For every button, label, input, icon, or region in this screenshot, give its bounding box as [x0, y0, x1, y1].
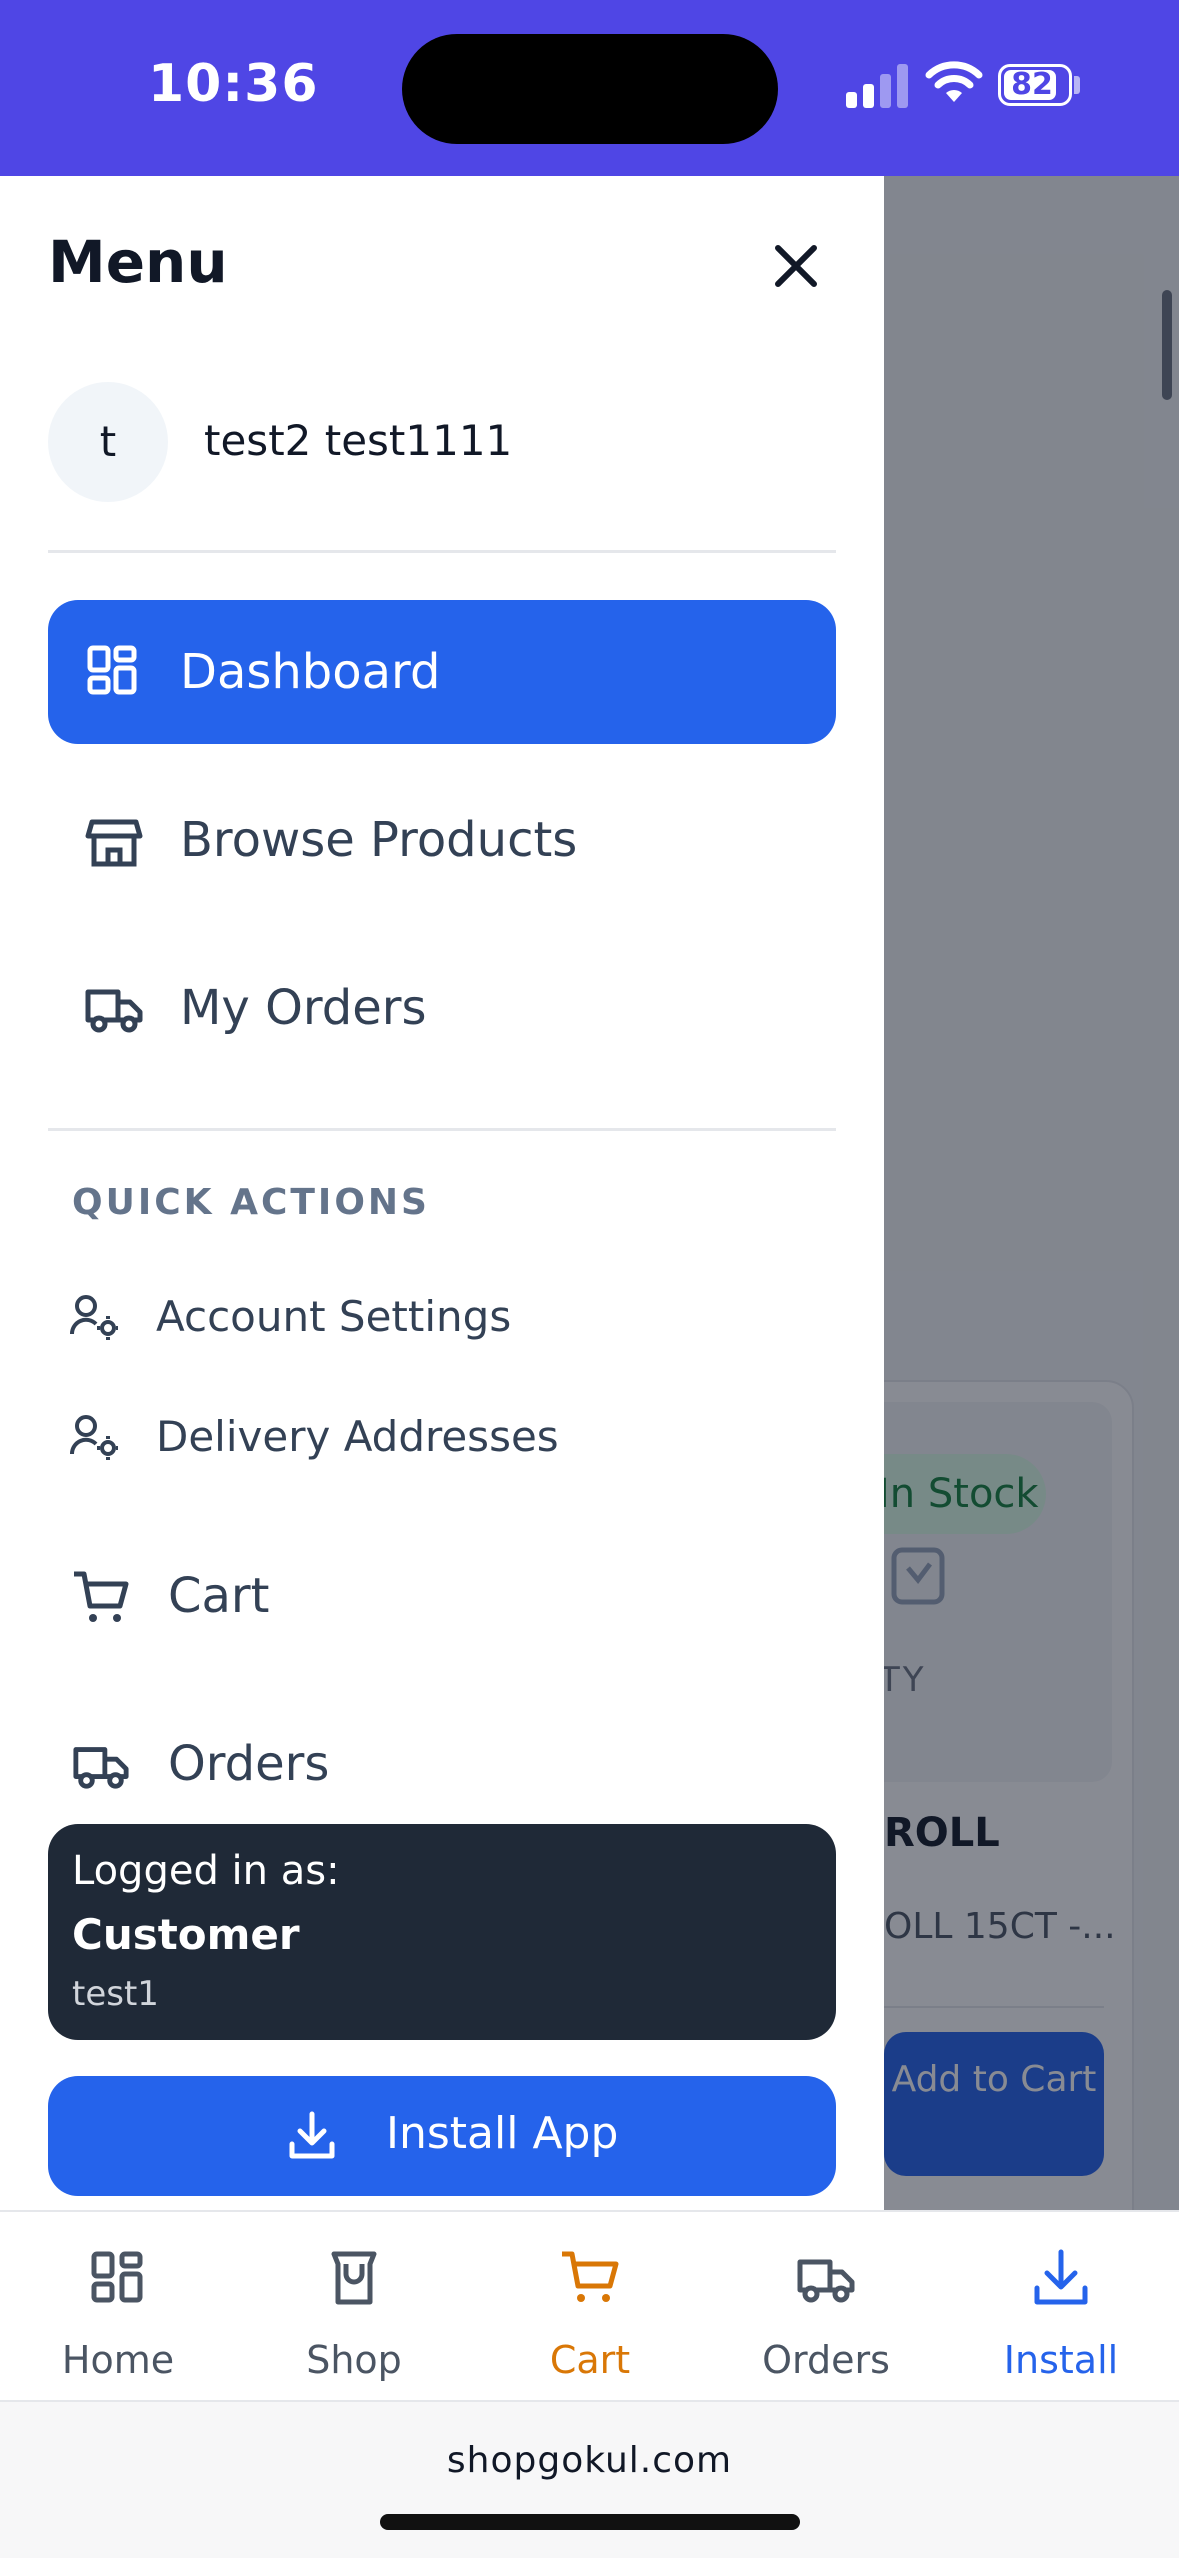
- battery-icon: 82: [998, 64, 1072, 106]
- nav-label: Dashboard: [180, 644, 441, 700]
- divider: [48, 550, 836, 553]
- quick-action-delivery-addresses[interactable]: Delivery Addresses: [48, 1392, 836, 1482]
- drawer-backdrop[interactable]: [884, 176, 1179, 2210]
- menu-link-label: Orders: [168, 1736, 330, 1792]
- nav-label: Browse Products: [180, 812, 578, 868]
- menu-title: Menu: [48, 228, 228, 296]
- install-app-button[interactable]: Install App: [48, 2076, 836, 2196]
- tab-label: Shop: [306, 2338, 402, 2382]
- nav-dashboard[interactable]: Dashboard: [48, 600, 836, 744]
- tab-label: Install: [1003, 2338, 1119, 2382]
- tab-home[interactable]: Home: [0, 2212, 236, 2402]
- logged-in-username: test1: [72, 1974, 159, 2014]
- dashboard-icon: [87, 645, 137, 695]
- nav-my-orders[interactable]: My Orders: [48, 936, 836, 1080]
- logged-in-label: Logged in as:: [72, 1848, 340, 1894]
- tab-label: Home: [61, 2338, 175, 2382]
- divider: [48, 1128, 836, 1131]
- user-name: test2 test1111: [204, 416, 513, 465]
- cart-icon: [562, 2251, 619, 2302]
- nav-label: My Orders: [180, 980, 427, 1036]
- download-icon: [289, 2111, 335, 2159]
- store-icon: [85, 819, 143, 867]
- browser-url-bar[interactable]: shopgokul.com: [0, 2400, 1179, 2558]
- truck-icon: [73, 1747, 129, 1789]
- avatar: t: [48, 382, 168, 502]
- close-icon[interactable]: [760, 230, 832, 302]
- quick-action-label: Account Settings: [156, 1292, 512, 1341]
- battery-tip: [1074, 76, 1080, 94]
- url-text[interactable]: shopgokul.com: [0, 2440, 1179, 2481]
- bottom-tab-bar: Home Shop Cart Orders Install: [0, 2210, 1179, 2402]
- user-cog-icon: [70, 1415, 118, 1460]
- shop-bag-icon: [331, 2251, 377, 2305]
- logged-in-panel: Logged in as: Customer test1: [48, 1824, 836, 2040]
- tab-shop[interactable]: Shop: [236, 2212, 472, 2402]
- quick-action-account-settings[interactable]: Account Settings: [48, 1272, 836, 1362]
- tab-install[interactable]: Install: [943, 2212, 1179, 2402]
- menu-link-orders[interactable]: Orders: [48, 1708, 836, 1818]
- install-app-label: Install App: [386, 2108, 619, 2159]
- tab-orders[interactable]: Orders: [708, 2212, 944, 2402]
- side-menu-drawer: Menu t test2 test1111 Dashboard Browse P…: [0, 176, 884, 2210]
- nav-browse-products[interactable]: Browse Products: [48, 768, 836, 912]
- status-time: 10:36: [148, 54, 319, 114]
- home-indicator[interactable]: [380, 2514, 800, 2530]
- cart-icon: [74, 1571, 129, 1622]
- wifi-icon: [925, 61, 983, 102]
- menu-link-label: Cart: [168, 1568, 270, 1624]
- battery-level: 82: [1011, 67, 1053, 102]
- quick-actions-heading: QUICK ACTIONS: [72, 1182, 430, 1223]
- user-cog-icon: [70, 1295, 118, 1340]
- tab-label: Cart: [549, 2338, 631, 2382]
- home-grid-icon: [91, 2251, 143, 2303]
- signal-icon: [846, 62, 910, 108]
- status-bar: 10:36 82: [0, 0, 1179, 176]
- tab-cart[interactable]: Cart: [472, 2212, 708, 2402]
- dynamic-island: [402, 34, 778, 144]
- menu-link-cart[interactable]: Cart: [48, 1540, 836, 1650]
- tab-label: Orders: [762, 2338, 890, 2382]
- truck-icon: [797, 2259, 855, 2303]
- quick-action-label: Delivery Addresses: [156, 1412, 559, 1461]
- truck-icon: [85, 989, 143, 1033]
- download-icon: [1034, 2249, 1088, 2305]
- logged-in-role: Customer: [72, 1910, 300, 1959]
